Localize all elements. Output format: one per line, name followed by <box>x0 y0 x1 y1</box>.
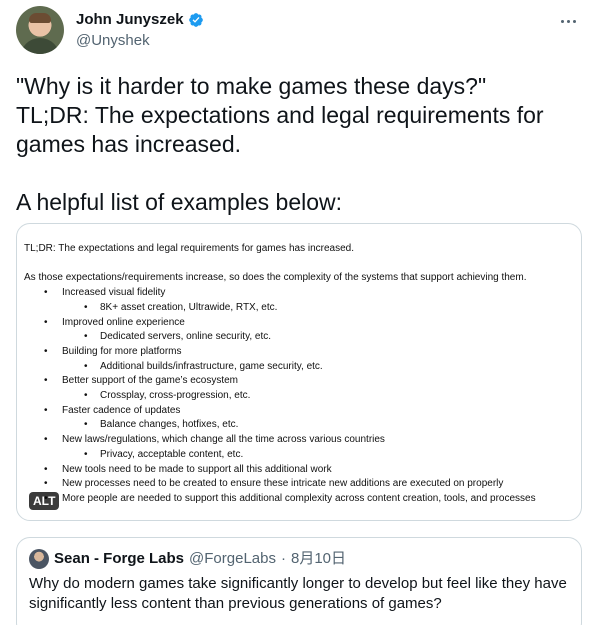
author-handle[interactable]: @Unyshek <box>76 31 204 51</box>
doc-list-item: Building for more platforms <box>24 345 576 360</box>
tweet-image[interactable]: TL;DR: The expectations and legal requir… <box>16 223 582 521</box>
author-info: John Junyszek @Unyshek <box>76 10 204 51</box>
image-document: TL;DR: The expectations and legal requir… <box>24 242 576 507</box>
quoted-author-name: Sean - Forge Labs <box>54 550 185 567</box>
tweet-header: John Junyszek @Unyshek <box>16 6 581 56</box>
doc-list-subitem: Additional builds/infrastructure, game s… <box>24 360 576 375</box>
quoted-tweet[interactable]: Sean - Forge Labs @ForgeLabs · 8月10日 Why… <box>16 537 582 625</box>
doc-tldr: TL;DR: The expectations and legal requir… <box>24 243 354 254</box>
alt-text-button[interactable]: ALT <box>29 492 60 510</box>
tweet-text: "Why is it harder to make games these da… <box>16 73 544 215</box>
doc-list-subitem: Balance changes, hotfixes, etc. <box>24 418 576 433</box>
separator-dot: · <box>280 550 286 567</box>
more-options-icon[interactable] <box>561 16 581 26</box>
author-display-name[interactable]: John Junyszek <box>76 10 184 30</box>
doc-list-item: Faster cadence of updates <box>24 404 576 419</box>
doc-list-item: More people are needed to support this a… <box>24 492 576 507</box>
author-avatar[interactable] <box>16 6 64 54</box>
quoted-tweet-date: 8月10日 <box>290 550 347 567</box>
doc-list-subitem: 8K+ asset creation, Ultrawide, RTX, etc. <box>24 301 576 316</box>
doc-intro: As those expectations/requirements incre… <box>24 272 527 284</box>
doc-list-subitem: Crossplay, cross-progression, etc. <box>24 389 576 404</box>
doc-list-item: Improved online experience <box>24 316 576 331</box>
avatar-shirt <box>20 38 60 54</box>
avatar-hair <box>29 13 51 23</box>
doc-list-subitem: Privacy, acceptable content, etc. <box>24 448 576 463</box>
doc-list-item: New laws/regulations, which change all t… <box>24 433 576 448</box>
quoted-author-avatar <box>29 549 49 569</box>
quoted-author-handle: @ForgeLabs <box>189 550 276 567</box>
doc-list-item: New tools need to be made to support all… <box>24 463 576 478</box>
doc-spacer <box>24 257 576 272</box>
quoted-tweet-header: Sean - Forge Labs @ForgeLabs · 8月10日 <box>29 549 346 569</box>
verified-badge-icon <box>188 13 203 27</box>
doc-list-item: New processes need to be created to ensu… <box>24 477 576 492</box>
doc-list-subitem: Dedicated servers, online security, etc. <box>24 330 576 345</box>
author-name-row[interactable]: John Junyszek <box>76 10 204 30</box>
doc-list: Increased visual fidelity 8K+ asset crea… <box>24 286 576 507</box>
doc-list-item: Increased visual fidelity <box>24 286 576 301</box>
quoted-tweet-text: Why do modern games take significantly l… <box>29 575 567 612</box>
doc-list-item: Better support of the game’s ecosystem <box>24 374 576 389</box>
